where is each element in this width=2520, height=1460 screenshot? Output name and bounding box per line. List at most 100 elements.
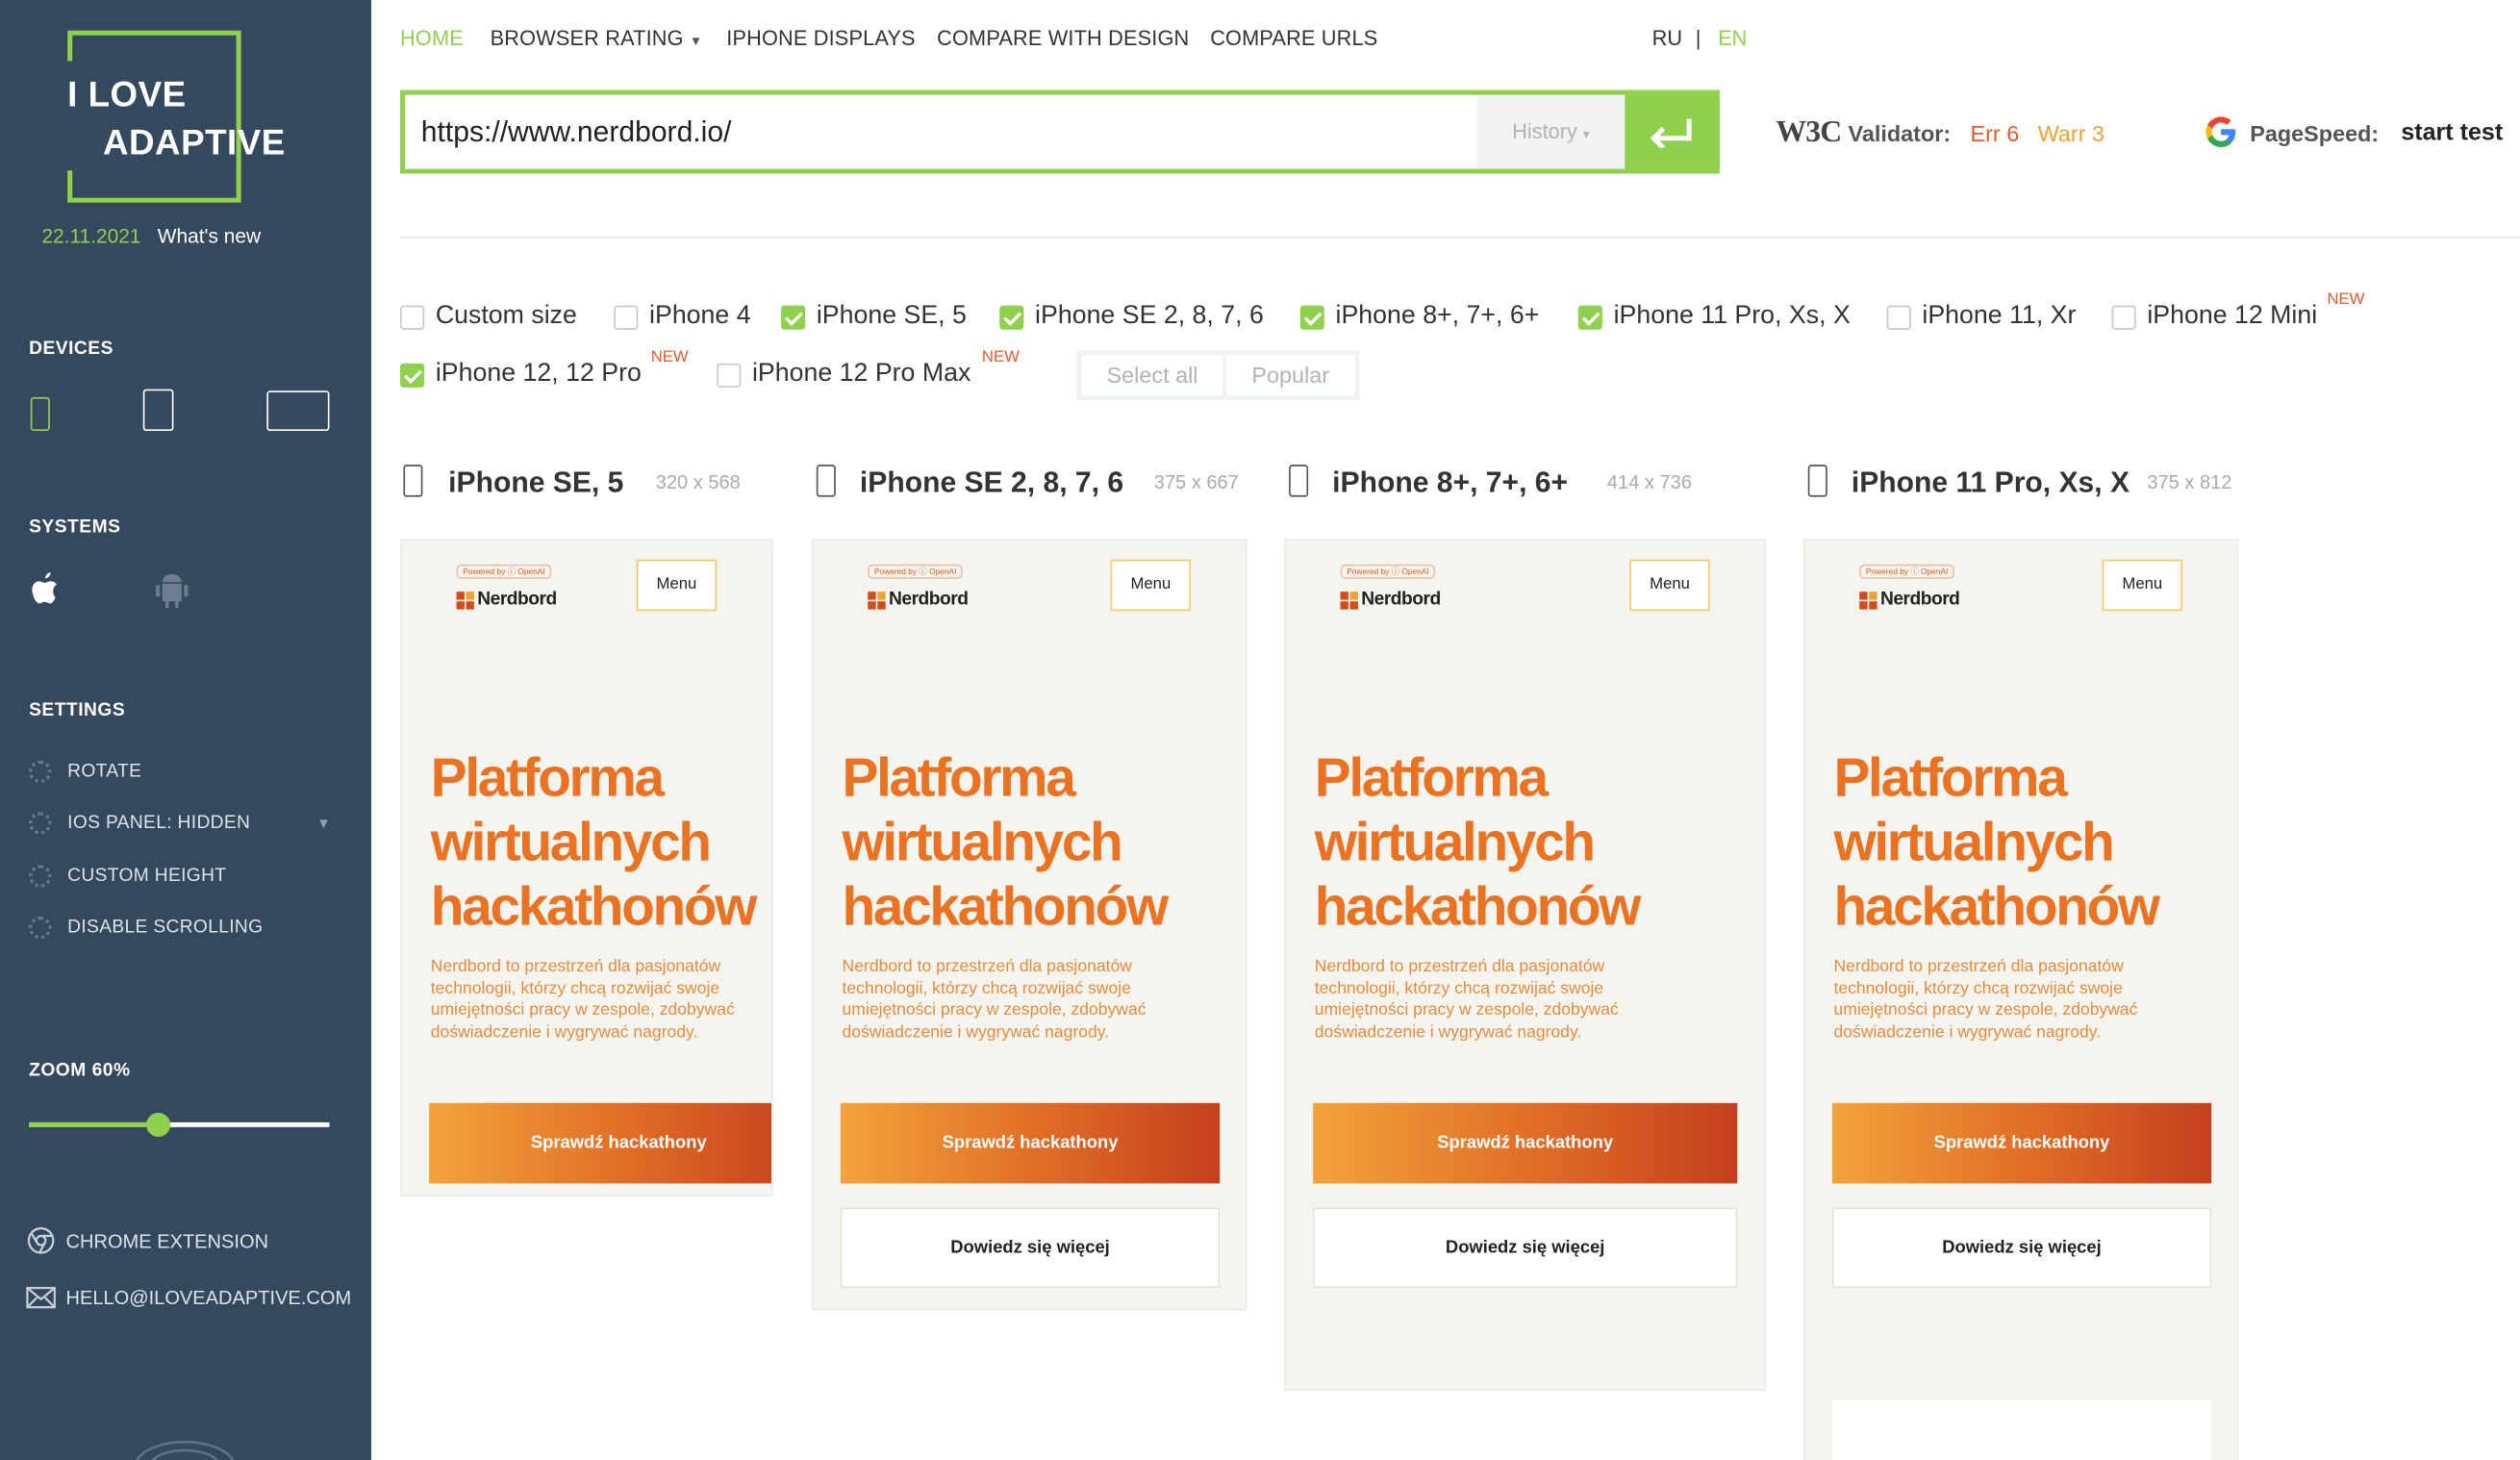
mail-icon (26, 1287, 56, 1309)
setting-label: ROTATE (67, 762, 142, 782)
systems-title: SYSTEMS (29, 517, 121, 538)
site-cta-button[interactable]: Sprawdź hackathony (1831, 1102, 2212, 1184)
url-input[interactable]: https://www.nerdbord.io/ (421, 115, 732, 149)
new-badge: NEW (650, 348, 689, 367)
site-menu-button[interactable]: Menu (636, 559, 718, 612)
history-dropdown[interactable]: History ▾ (1476, 94, 1625, 169)
powered-badge: Powered by ⓘ OpenAI (868, 564, 964, 579)
devices-title: DEVICES (29, 339, 113, 359)
preview-frame[interactable]: Powered by ⓘ OpenAI Nerdbord Menu Platfo… (1802, 539, 2239, 1460)
android-icon[interactable] (153, 569, 191, 611)
validator-label: Validator: (1848, 120, 1952, 147)
lang-separator: | (1695, 25, 1701, 50)
checkbox-iphone-11-pro[interactable]: iPhone 11 Pro, Xs, X (1577, 302, 1851, 331)
checkbox-iphone-8plus[interactable]: iPhone 8+, 7+, 6+ (1299, 302, 1539, 331)
chrome-extension-link[interactable]: CHROME EXTENSION (26, 1225, 268, 1256)
phone-device-icon[interactable] (30, 396, 50, 432)
validator-errors[interactable]: Err 6 (1971, 120, 2020, 146)
checkbox-iphone-12-mini[interactable]: iPhone 12 Mini (2111, 302, 2317, 331)
zoom-slider-fill (29, 1121, 159, 1127)
sidebar: I LOVE ADAPTIVE 22.11.2021 What's new DE… (0, 0, 371, 1460)
go-button[interactable] (1625, 94, 1720, 169)
ios-panel-setting[interactable]: IOS PANEL: HIDDEN ▼ (29, 812, 332, 835)
preview-frame[interactable]: Powered by ⓘ OpenAI Nerdbord Menu Platfo… (1284, 539, 1767, 1392)
site-cta-button[interactable]: Sprawdź hackathony (429, 1102, 772, 1184)
checkbox-iphone-4[interactable]: iPhone 4 (614, 302, 751, 331)
email-label: HELLO@ILOVEADAPTIVE.COM (65, 1286, 352, 1309)
w3c-logo: W3C (1776, 115, 1842, 150)
rotate-setting[interactable]: ROTATE (29, 760, 142, 784)
nerdbord-icon (456, 591, 474, 609)
preview-size: 375 x 812 (2147, 470, 2232, 494)
whats-new-link[interactable]: What's new (158, 225, 261, 247)
site-paragraph: Nerdbord to przestrzeń dla pasjonatów tec… (1314, 956, 1619, 1042)
google-icon (2205, 116, 2236, 147)
nav-browser-rating[interactable]: BROWSER RATING ▼ (491, 26, 703, 50)
lang-en[interactable]: EN (1718, 26, 1747, 50)
select-all-button[interactable]: Select all (1081, 355, 1223, 396)
site-logo[interactable]: Nerdbord (868, 591, 969, 610)
pagespeed-start-test[interactable]: start test (2401, 119, 2503, 146)
site-headline: Platforma wirtualnych hackathonów (1833, 747, 2160, 938)
tablet-device-icon[interactable] (142, 389, 174, 432)
setting-label: DISABLE SCROLLING (67, 918, 264, 938)
preview-frame[interactable]: Powered by ⓘ OpenAI Nerdbord Menu Platfo… (400, 539, 773, 1196)
setting-label: CUSTOM HEIGHT (67, 867, 227, 887)
nav-compare-urls[interactable]: COMPARE URLS (1210, 26, 1377, 50)
powered-badge: Powered by ⓘ OpenAI (456, 564, 552, 579)
logo-line1: I LOVE (67, 73, 187, 114)
new-badge: NEW (981, 348, 1020, 367)
site-paragraph: Nerdbord to przestrzeń dla pasjonatów tec… (842, 956, 1147, 1042)
site-logo[interactable]: Nerdbord (1859, 591, 1960, 610)
site-cta-button[interactable]: Sprawdź hackathony (1313, 1102, 1738, 1184)
preview-frame[interactable]: Powered by ⓘ OpenAI Nerdbord Menu Platfo… (811, 539, 1247, 1311)
site-headline: Platforma wirtualnych hackathonów (430, 747, 758, 938)
preview-title: iPhone SE, 5 (448, 466, 624, 499)
phone-icon (816, 465, 836, 497)
logo-line2: ADAPTIVE (102, 122, 286, 163)
nav-compare-design[interactable]: COMPARE WITH DESIGN (937, 26, 1189, 50)
pagespeed-label: PageSpeed: (2250, 120, 2380, 147)
checkbox-iphone-12-pro-max[interactable]: iPhone 12 Pro Max (717, 360, 970, 389)
powered-badge: Powered by ⓘ OpenAI (1859, 564, 1955, 579)
site-menu-button[interactable]: Menu (1110, 559, 1192, 612)
site-menu-button[interactable]: Menu (2102, 559, 2183, 612)
selection-buttons: Select all Popular (1076, 350, 1360, 401)
lang-ru[interactable]: RU (1652, 26, 1682, 50)
site-cta-button[interactable]: Sprawdź hackathony (840, 1102, 1221, 1184)
checkbox-iphone-se2-8-7-6[interactable]: iPhone SE 2, 8, 7, 6 (999, 302, 1264, 331)
site-logo[interactable]: Nerdbord (1340, 591, 1441, 610)
site-menu-button[interactable]: Menu (1629, 559, 1710, 612)
desktop-device-icon[interactable] (266, 390, 330, 432)
popular-button[interactable]: Popular (1225, 355, 1355, 396)
site-paragraph: Nerdbord to przestrzeń dla pasjonatów tec… (430, 956, 735, 1042)
preview-title: iPhone 11 Pro, Xs, X (1851, 466, 2130, 499)
chrome-icon (27, 1226, 55, 1254)
phone-icon (1807, 465, 1827, 497)
checkbox-iphone-se-5[interactable]: iPhone SE, 5 (781, 302, 967, 331)
disable-scrolling-setting[interactable]: DISABLE SCROLLING (29, 916, 264, 940)
site-secondary-button[interactable]: Dowiedz się więcej (1831, 1207, 2212, 1289)
apple-icon[interactable] (29, 569, 61, 608)
settings-title: SETTINGS (29, 700, 126, 720)
checkbox-iphone-12-pro[interactable]: iPhone 12, 12 Pro (400, 360, 642, 389)
zoom-slider-knob[interactable] (146, 1112, 171, 1137)
checkbox-iphone-11-xr[interactable]: iPhone 11, Xr (1886, 302, 2076, 331)
preview-size: 320 x 568 (655, 470, 741, 494)
zoom-slider[interactable] (29, 1112, 330, 1137)
chevron-down-icon: ▼ (315, 815, 332, 832)
checkbox-custom-size[interactable]: Custom size (400, 302, 577, 331)
custom-height-setting[interactable]: CUSTOM HEIGHT (29, 865, 227, 888)
email-link[interactable]: HELLO@ILOVEADAPTIVE.COM (26, 1286, 352, 1309)
enter-icon (1650, 118, 1692, 148)
site-secondary-button[interactable]: Dowiedz się więcej (840, 1207, 1221, 1289)
gear-icon (29, 916, 52, 940)
zoom-label: ZOOM 60% (29, 1061, 131, 1081)
site-secondary-button[interactable]: Dowiedz się więcej (1313, 1207, 1738, 1289)
site-logo[interactable]: Nerdbord (456, 591, 557, 610)
nav-home[interactable]: HOME (400, 26, 464, 50)
release-date: 22.11.2021 (41, 225, 141, 248)
site-card (1831, 1400, 2212, 1460)
nav-iphone-displays[interactable]: IPHONE DISPLAYS (726, 26, 915, 50)
validator-warnings[interactable]: Warr 3 (2038, 120, 2104, 146)
